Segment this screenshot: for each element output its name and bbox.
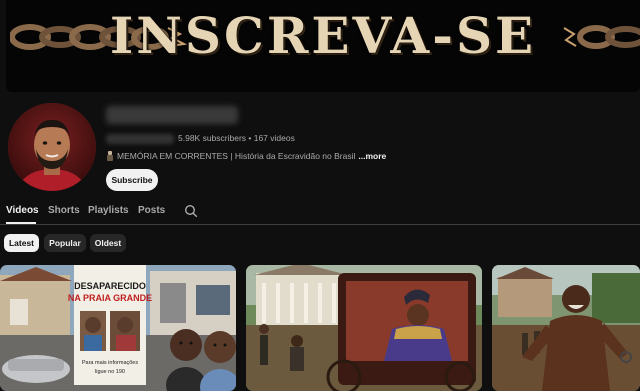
colonial-carriage-thumbnail [246, 265, 482, 391]
tab-videos[interactable]: Videos [6, 205, 39, 216]
active-tab-indicator [6, 222, 36, 224]
poster-phone-text: ligue no 190 [95, 369, 125, 375]
channel-tabs: Videos Shorts Playlists Posts [0, 200, 640, 225]
chain-right-image [563, 25, 640, 49]
chip-popular[interactable]: Popular [44, 234, 86, 252]
description-text: MEMÓRIA EM CORRENTES | História da Escra… [117, 151, 356, 161]
tab-posts[interactable]: Posts [138, 205, 165, 216]
chip-latest[interactable]: Latest [4, 234, 39, 252]
tab-shorts[interactable]: Shorts [48, 205, 80, 216]
video-thumbnail-2[interactable] [246, 265, 482, 391]
search-icon[interactable] [184, 204, 198, 218]
chip-oldest[interactable]: Oldest [90, 234, 126, 252]
poster-subheadline: NA PRAIA GRANDE [68, 293, 152, 303]
video-thumbnail-3[interactable] [492, 265, 640, 391]
subscribe-button[interactable]: Subscribe [106, 169, 158, 191]
channel-description[interactable]: MEMÓRIA EM CORRENTES | História da Escra… [106, 151, 386, 161]
poster-headline: DESAPARECIDO [74, 281, 146, 291]
channel-avatar[interactable] [8, 103, 96, 191]
video-thumbnail-1[interactable]: DESAPARECIDO NA PRAIA GRANDE Para mais i… [0, 265, 236, 391]
more-link[interactable]: ...more [358, 151, 386, 161]
enslaved-man-thumbnail [492, 265, 640, 391]
channel-handle-blurred [106, 134, 174, 144]
avatar-image [8, 103, 96, 191]
channel-banner: INSCREVA-SE [6, 0, 640, 92]
poster-info-text: Para mais informações [82, 360, 138, 366]
channel-stats: 5.98K subscribers • 167 videos [178, 133, 295, 143]
banner-title: INSCREVA-SE [109, 6, 537, 65]
channel-name-blurred [106, 106, 238, 124]
chains-emoji-icon [107, 151, 113, 161]
tab-playlists[interactable]: Playlists [88, 205, 129, 216]
missing-children-thumbnail: DESAPARECIDO NA PRAIA GRANDE Para mais i… [0, 265, 236, 391]
